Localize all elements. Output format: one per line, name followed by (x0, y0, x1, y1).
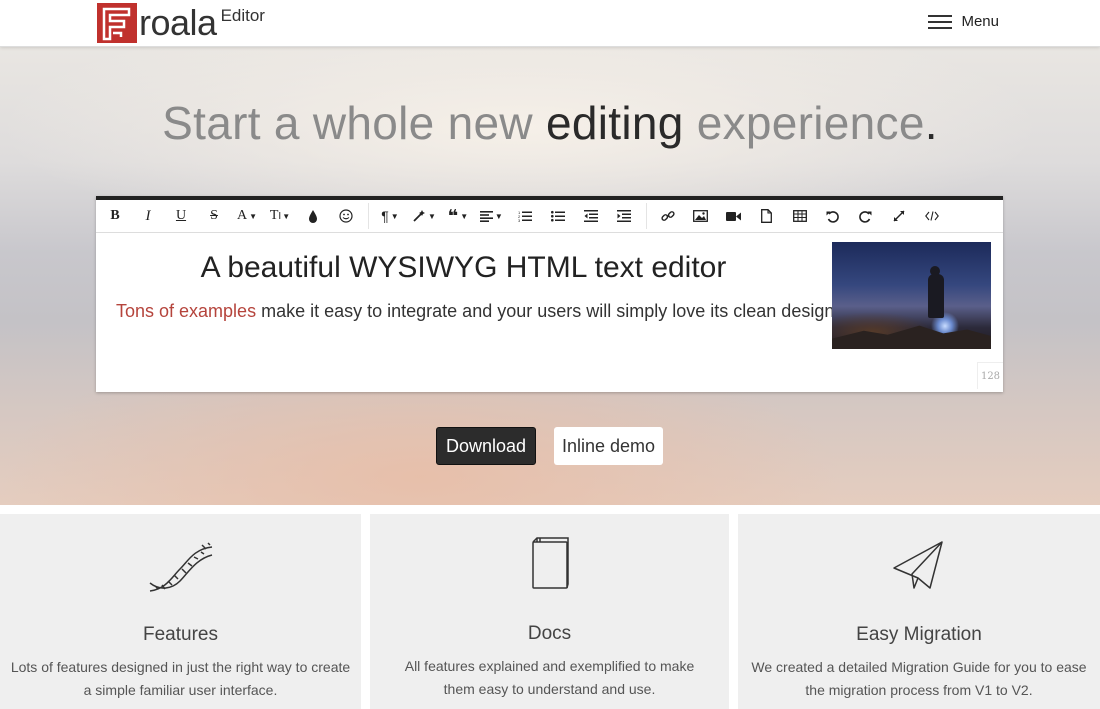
froala-logo[interactable]: roala Editor (97, 3, 265, 43)
toolbar-separator (645, 203, 647, 229)
card-docs[interactable]: Docs All features explained and exemplif… (370, 514, 729, 709)
ordered-list-icon[interactable]: 123 (514, 203, 536, 229)
char-counter: 128 (977, 362, 1003, 389)
headline-part1: Start a whole new (162, 97, 546, 149)
paper-plane-icon (892, 538, 946, 597)
inline-demo-button[interactable]: Inline demo (554, 427, 663, 465)
paragraph-style-icon[interactable]: ▼ (412, 203, 436, 229)
headline-strong: editing (545, 97, 684, 149)
italic-button[interactable]: I (137, 203, 159, 229)
logo-wordmark: roala (139, 2, 217, 43)
card-title-easy-migration: Easy Migration (856, 624, 982, 645)
undo-icon[interactable] (822, 203, 844, 229)
card-desc-features: Lots of features designed in just the ri… (10, 659, 351, 698)
wysiwyg-editor[interactable]: B I U S A ▼ T I ▼ ¶ ▼ ▼ ❝ ▼ ▼ 123 A beau… (96, 196, 1003, 392)
examples-link[interactable]: Tons of examples (116, 301, 256, 321)
insert-video-icon[interactable] (723, 203, 745, 229)
image-person-body (928, 274, 944, 318)
insert-file-icon[interactable] (756, 203, 778, 229)
font-size-button[interactable]: T I ▼ (269, 203, 291, 229)
image-rocks (832, 325, 991, 349)
hamburger-icon (928, 14, 953, 29)
editor-paragraph-text: make it easy to integrate and your users… (256, 301, 840, 321)
unordered-list-icon[interactable] (547, 203, 569, 229)
editor-paragraph: Tons of examples make it easy to integra… (116, 301, 839, 322)
editor-image-photographer[interactable] (832, 242, 991, 349)
strikethrough-button[interactable]: S (203, 203, 225, 229)
hero-headline: Start a whole new editing experience. (0, 96, 1100, 150)
headline-dot: . (924, 97, 938, 149)
menu-button[interactable]: Menu (928, 13, 999, 30)
dna-icon (146, 541, 216, 602)
bold-button[interactable]: B (104, 203, 126, 229)
underline-button[interactable]: U (170, 203, 192, 229)
fullscreen-icon[interactable] (888, 203, 910, 229)
froala-logo-mark (97, 3, 137, 43)
feature-cards: Features Lots of features designed in ju… (0, 505, 1100, 709)
download-button[interactable]: Download (436, 427, 536, 465)
book-icon (530, 536, 570, 595)
editor-content[interactable]: A beautiful WYSIWYG HTML text editor Ton… (96, 233, 1003, 389)
color-drop-icon[interactable] (302, 203, 324, 229)
card-features[interactable]: Features Lots of features designed in ju… (0, 514, 361, 709)
headline-part2: experience (683, 97, 925, 149)
svg-text:3: 3 (518, 218, 521, 222)
html-view-icon[interactable] (921, 203, 943, 229)
insert-table-icon[interactable] (789, 203, 811, 229)
emoticons-icon[interactable] (335, 203, 357, 229)
redo-icon[interactable] (855, 203, 877, 229)
outdent-icon[interactable] (580, 203, 602, 229)
editor-heading: A beautiful WYSIWYG HTML text editor (200, 251, 727, 284)
font-family-button[interactable]: A ▼ (236, 203, 258, 229)
logo-subtitle: Editor (220, 6, 265, 25)
card-easy-migration[interactable]: Easy Migration We created a detailed Mig… (738, 514, 1100, 709)
insert-image-icon[interactable] (690, 203, 712, 229)
paragraph-format-button[interactable]: ¶ ▼ (379, 203, 401, 229)
card-title-docs: Docs (527, 623, 572, 644)
card-desc-easy-migration: We created a detailed Migration Guide fo… (751, 659, 1087, 698)
card-desc-docs: All features explained and exemplified t… (404, 658, 695, 697)
menu-label: Menu (961, 13, 999, 30)
card-title-features: Features (143, 624, 218, 645)
align-icon[interactable]: ▼ (479, 203, 503, 229)
toolbar-separator (368, 203, 369, 229)
editor-toolbar: B I U S A ▼ T I ▼ ¶ ▼ ▼ ❝ ▼ ▼ 123 (96, 200, 1003, 233)
indent-icon[interactable] (613, 203, 635, 229)
top-navbar: roala Editor Menu (0, 0, 1100, 47)
quote-button[interactable]: ❝ ▼ (447, 203, 469, 229)
insert-link-icon[interactable] (657, 203, 679, 229)
